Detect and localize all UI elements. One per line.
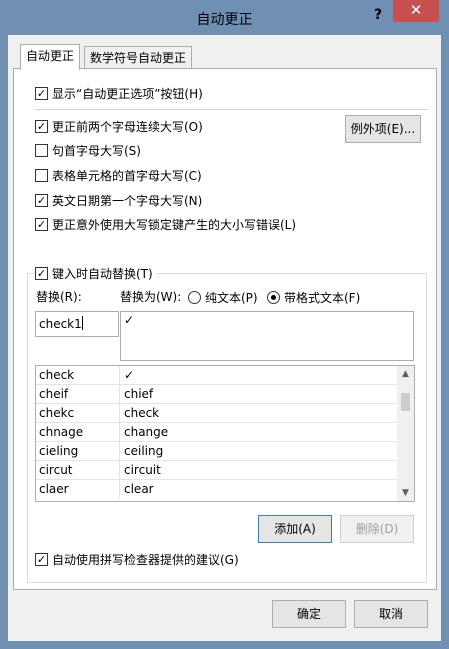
table-row[interactable]: cieling ceiling xyxy=(36,442,399,461)
two-initial-caps-checkbox[interactable]: 更正前两个字母连续大写(O) xyxy=(35,119,203,135)
entry-replace: chekc xyxy=(39,406,75,420)
list-scrollbar[interactable]: ▲ ▼ xyxy=(397,366,414,501)
table-row[interactable]: chnage change xyxy=(36,423,399,442)
day-names-checkbox[interactable]: 英文日期第一个字母大写(N) xyxy=(35,193,202,209)
radio-mark xyxy=(267,291,280,304)
with-input[interactable]: ✓ xyxy=(120,311,414,361)
checkbox-label: 英文日期第一个字母大写(N) xyxy=(52,194,203,208)
column-divider xyxy=(119,461,120,480)
dialog-body: 自动更正 数学符号自动更正 显示“自动更正选项”按钮(H) 更正前两个字母连续大… xyxy=(8,35,441,641)
title-bar: 自动更正 ? ✕ xyxy=(0,0,449,35)
checkbox-mark xyxy=(35,194,48,207)
entry-replace: cheif xyxy=(39,387,69,401)
replace-input-value: check1 xyxy=(39,317,82,331)
radio-label: 纯文本(P) xyxy=(205,291,258,305)
column-divider xyxy=(119,423,120,442)
checkbox-mark xyxy=(35,87,48,100)
replace-as-type-checkbox[interactable]: 键入时自动替换(T) xyxy=(35,266,156,282)
replace-label: 替换(R): xyxy=(36,290,82,304)
checkbox-mark xyxy=(35,120,48,133)
entry-replace: claer xyxy=(39,482,69,496)
close-button[interactable]: ✕ xyxy=(393,0,439,22)
entry-replace: circut xyxy=(39,463,73,477)
checkbox-label: 更正意外使用大写锁定键产生的大小写错误(L) xyxy=(52,218,297,232)
checkbox-mark xyxy=(35,553,48,566)
column-divider xyxy=(119,442,120,461)
checkbox-label: 句首字母大写(S) xyxy=(52,144,141,158)
checkbox-mark xyxy=(35,169,48,182)
radio-mark xyxy=(188,291,201,304)
column-divider xyxy=(119,404,120,423)
use-spell-checker-checkbox[interactable]: 自动使用拼写检查器提供的建议(G) xyxy=(35,552,239,568)
exceptions-button[interactable]: 例外项(E)... xyxy=(345,115,421,143)
sentence-caps-checkbox[interactable]: 句首字母大写(S) xyxy=(35,143,141,159)
text-caret xyxy=(81,316,83,330)
with-input-value: ✓ xyxy=(124,313,135,327)
tab-autocorrect[interactable]: 自动更正 xyxy=(20,44,81,70)
column-divider xyxy=(119,480,120,499)
checkbox-mark xyxy=(35,218,48,231)
scroll-up-icon[interactable]: ▲ xyxy=(397,366,414,382)
help-button[interactable]: ? xyxy=(366,5,390,27)
checkbox-label: 键入时自动替换(T) xyxy=(52,267,153,281)
table-row[interactable]: check ✓ xyxy=(36,366,399,385)
entry-replace: chnage xyxy=(39,425,84,439)
entry-with: check xyxy=(124,406,160,420)
table-row[interactable]: cheif chief xyxy=(36,385,399,404)
entry-with: circuit xyxy=(124,463,161,477)
checkbox-label: 更正前两个字母连续大写(O) xyxy=(52,120,203,134)
checkbox-label: 显示“自动更正选项”按钮(H) xyxy=(52,87,203,101)
show-buttons-checkbox[interactable]: 显示“自动更正选项”按钮(H) xyxy=(35,86,203,102)
table-row[interactable]: chekc check xyxy=(36,404,399,423)
caps-lock-checkbox[interactable]: 更正意外使用大写锁定键产生的大小写错误(L) xyxy=(35,217,296,233)
checkbox-label: 自动使用拼写检查器提供的建议(G) xyxy=(52,553,239,567)
table-row[interactable]: circut circuit xyxy=(36,461,399,480)
table-row[interactable]: claer clear xyxy=(36,480,399,499)
tab-math-autocorrect[interactable]: 数学符号自动更正 xyxy=(84,46,193,70)
checkbox-label: 表格单元格的首字母大写(C) xyxy=(52,169,202,183)
column-divider xyxy=(119,366,120,385)
add-button[interactable]: 添加(A) xyxy=(258,515,332,543)
column-divider xyxy=(119,385,120,404)
cancel-button[interactable]: 取消 xyxy=(354,600,428,628)
tab-panel: 显示“自动更正选项”按钮(H) 更正前两个字母连续大写(O) 例外项(E)...… xyxy=(13,68,437,590)
autocorrect-dialog: 自动更正 ? ✕ 自动更正 数学符号自动更正 显示“自动更正选项”按钮(H) 更… xyxy=(0,0,449,649)
entry-with: change xyxy=(124,425,169,439)
table-cell-caps-checkbox[interactable]: 表格单元格的首字母大写(C) xyxy=(35,168,202,184)
scroll-down-icon[interactable]: ▼ xyxy=(397,485,414,501)
entry-replace: check xyxy=(39,368,75,382)
checkbox-mark xyxy=(35,267,48,280)
separator xyxy=(35,109,428,110)
autocorrect-entries-list[interactable]: check ✓ cheif chief chekc check chnage chang… xyxy=(35,365,415,502)
entry-with: ✓ xyxy=(124,368,135,382)
entry-replace: cieling xyxy=(39,444,79,458)
radio-label: 带格式文本(F) xyxy=(284,291,361,305)
formatted-text-radio[interactable]: 带格式文本(F) xyxy=(267,290,360,306)
checkbox-mark xyxy=(35,144,48,157)
delete-button[interactable]: 删除(D) xyxy=(340,515,414,543)
entry-with: chief xyxy=(124,387,154,401)
scrollbar-thumb[interactable] xyxy=(401,393,410,411)
with-label: 替换为(W): xyxy=(120,290,182,304)
entry-with: clear xyxy=(124,482,154,496)
entry-with: ceiling xyxy=(124,444,164,458)
ok-button[interactable]: 确定 xyxy=(272,600,346,628)
replace-input[interactable]: check1 xyxy=(35,311,119,337)
plain-text-radio[interactable]: 纯文本(P) xyxy=(188,290,258,306)
